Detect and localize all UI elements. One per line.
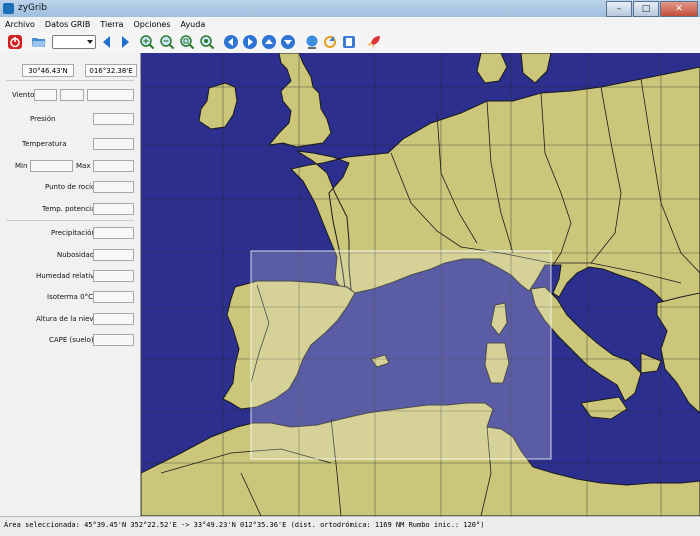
pan-down-button[interactable] <box>280 34 296 50</box>
zoom-all-button[interactable] <box>199 34 215 50</box>
close-button[interactable]: ✕ <box>660 1 698 17</box>
window-titlebar[interactable]: zyGrib – □ ✕ <box>0 0 700 18</box>
maximize-button[interactable]: □ <box>633 1 659 17</box>
open-folder-icon <box>32 38 46 47</box>
window-controls: – □ ✕ <box>605 1 698 17</box>
latitude-display: 30°46.43'N <box>22 64 74 77</box>
arrow-right-icon <box>122 36 129 48</box>
document-icon <box>343 36 355 48</box>
zoom-out-icon <box>160 35 175 50</box>
chevron-down-icon <box>87 40 93 44</box>
zoom-out-button[interactable] <box>159 34 175 50</box>
zoom-selection-button[interactable] <box>179 34 195 50</box>
map-canvas[interactable] <box>141 53 700 516</box>
min-label: Min <box>15 162 28 170</box>
menu-tierra[interactable]: Tierra <box>95 20 128 29</box>
metar-button[interactable] <box>341 34 357 50</box>
status-bar: Área seleccionada: 45°39.45'N 352°22.52'… <box>0 516 700 536</box>
altura-nieve-label: Altura de la nieve <box>36 315 98 323</box>
exit-button[interactable] <box>7 34 23 50</box>
longitude-display: 016°32.38'E <box>85 64 137 77</box>
map-view[interactable] <box>141 53 700 516</box>
pan-down-icon <box>281 35 295 49</box>
temperatura-label: Temperatura <box>22 140 67 148</box>
menu-ayuda[interactable]: Ayuda <box>176 20 211 29</box>
precipitacion-label: Precipitación <box>51 229 96 237</box>
globe-button[interactable] <box>304 34 320 50</box>
altura-nieve-value <box>93 313 134 325</box>
refresh-icon <box>324 36 336 48</box>
zoom-fit-icon <box>180 35 195 50</box>
cape-value <box>93 334 134 346</box>
isoterma-label: Isoterma 0°C <box>47 293 93 301</box>
globe-icon <box>306 35 318 49</box>
nubosidad-label: Nubosidad <box>57 251 95 259</box>
open-file-button[interactable] <box>31 34 47 50</box>
data-panel: 30°46.43'N 016°32.38'E Viento Presión Te… <box>0 53 141 516</box>
cape-label: CAPE (suelo) <box>49 336 94 344</box>
zoom-in-icon <box>140 35 155 50</box>
menu-datos-grib[interactable]: Datos GRIB <box>40 20 95 29</box>
selection-rectangle[interactable] <box>250 250 552 460</box>
zoom-all-icon <box>200 35 215 50</box>
punto-rocio-label: Punto de rocío <box>45 183 96 191</box>
minimize-button[interactable]: – <box>606 1 632 17</box>
rocket-button[interactable] <box>366 34 382 50</box>
viento-value-1 <box>34 89 57 101</box>
punto-rocio-value <box>93 181 134 193</box>
app-icon <box>3 3 14 14</box>
nubosidad-value <box>93 249 134 261</box>
date-combo[interactable] <box>52 35 96 49</box>
viento-value-2 <box>60 89 84 101</box>
arrow-left-icon <box>103 36 110 48</box>
divider <box>6 220 134 221</box>
temp-potencial-label: Temp. potencial <box>42 205 98 213</box>
pan-up-button[interactable] <box>261 34 277 50</box>
next-button[interactable] <box>117 34 133 50</box>
previous-button[interactable] <box>99 34 115 50</box>
window-title: zyGrib <box>18 3 47 13</box>
pan-up-icon <box>262 35 276 49</box>
pan-left-icon <box>224 35 238 49</box>
min-value <box>30 160 73 172</box>
divider <box>6 80 134 81</box>
rocket-icon <box>368 36 380 48</box>
max-label: Max <box>76 162 91 170</box>
menu-bar: Archivo Datos GRIB Tierra Opciones Ayuda <box>0 17 700 31</box>
toolbar <box>0 31 700 54</box>
pan-left-button[interactable] <box>223 34 239 50</box>
pan-right-icon <box>243 35 257 49</box>
zoom-in-button[interactable] <box>139 34 155 50</box>
viento-value-3 <box>87 89 134 101</box>
temperatura-value <box>93 138 134 150</box>
viento-label: Viento <box>12 91 35 99</box>
presion-value <box>93 113 134 125</box>
temp-potencial-value <box>93 203 134 215</box>
pan-right-button[interactable] <box>242 34 258 50</box>
status-text: Área seleccionada: 45°39.45'N 352°22.52'… <box>4 521 485 529</box>
presion-label: Presión <box>30 115 56 123</box>
menu-opciones[interactable]: Opciones <box>128 20 175 29</box>
menu-archivo[interactable]: Archivo <box>0 20 40 29</box>
max-value <box>93 160 134 172</box>
isoterma-value <box>93 291 134 303</box>
humedad-label: Humedad relativa <box>36 272 99 280</box>
power-icon <box>8 35 22 49</box>
precipitacion-value <box>93 227 134 239</box>
refresh-button[interactable] <box>322 34 338 50</box>
humedad-value <box>93 270 134 282</box>
